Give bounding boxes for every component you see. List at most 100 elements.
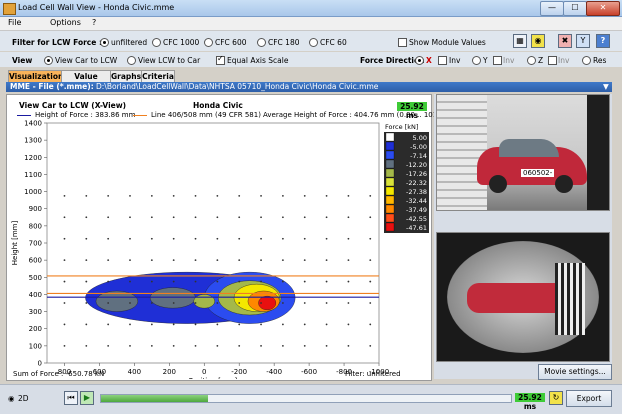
filter-radio-cfc600[interactable] (204, 38, 213, 47)
filter-radio-cfc1000[interactable] (152, 38, 161, 47)
rewind-icon[interactable]: ⏮ (64, 391, 78, 405)
show-module-values-checkbox[interactable] (398, 38, 407, 47)
maximize-button[interactable]: ☐ (563, 1, 587, 16)
filter-radio-unfiltered[interactable] (100, 38, 109, 47)
settings-icon[interactable]: Y (576, 34, 590, 48)
video-top-view[interactable] (436, 232, 610, 362)
colorbar-label: -22.32 (406, 179, 427, 187)
sensor-point (85, 259, 88, 262)
loop-icon[interactable]: ↻ (549, 391, 563, 405)
sensor-point (303, 259, 306, 262)
colorbar-swatch (385, 132, 395, 142)
close-button[interactable]: ✕ (586, 1, 620, 16)
sensor-point (172, 237, 175, 240)
sensor-point (194, 302, 197, 304)
sensor-point (172, 280, 175, 283)
playback-slider[interactable] (100, 394, 512, 403)
sensor-point (281, 302, 284, 304)
export-button[interactable]: Export (566, 390, 612, 407)
mme-file-label: MME - File (*.mme): (10, 82, 94, 91)
colorbar-label: -47.61 (406, 224, 427, 232)
menu-help[interactable]: ? (92, 18, 96, 27)
play-icon[interactable]: ▶ (80, 391, 94, 405)
y-tick-label: 100 (29, 342, 42, 350)
view-radio-car-to-lcw[interactable] (44, 56, 53, 65)
force-z-inv-checkbox[interactable] (548, 56, 557, 65)
sensor-point (369, 344, 372, 347)
colorbar-label: -5.00 (410, 143, 427, 151)
colorbar-swatch (385, 159, 395, 169)
sensor-point (85, 302, 88, 304)
sensor-point (369, 237, 372, 240)
sensor-point (172, 323, 175, 326)
window-title-bar: Load Cell Wall View - Honda Civic.mme — … (0, 0, 622, 17)
force-option-res: Res (593, 56, 607, 65)
sensor-point (260, 280, 262, 283)
filter-radio-cfc180[interactable] (257, 38, 266, 47)
grid-icon[interactable]: ▦ (513, 34, 527, 48)
sensor-point (150, 280, 153, 283)
mode-radio-icon[interactable]: ◉ (8, 394, 15, 403)
minimize-button[interactable]: — (540, 1, 564, 16)
sensor-point (194, 323, 197, 326)
force-x-inv-checkbox[interactable] (438, 56, 447, 65)
sensor-point (325, 259, 328, 262)
sensor-point (260, 323, 262, 326)
video-side-view[interactable]: 060502- (436, 94, 610, 211)
y-tick-label: 1000 (24, 188, 42, 196)
x-tick-label: -600 (301, 368, 317, 376)
force-radio-z[interactable] (527, 56, 536, 65)
force-radio-x[interactable] (415, 56, 424, 65)
sensor-point (260, 302, 262, 304)
line-406-swatch (133, 115, 147, 116)
sensor-point (347, 216, 350, 219)
sensor-point (281, 259, 284, 262)
sensor-point (85, 280, 88, 283)
sensor-point (325, 302, 328, 304)
y-tick-label: 800 (29, 222, 42, 230)
view-radio-lcw-to-car[interactable] (127, 56, 136, 65)
filter-option-cfc600: CFC 600 (215, 38, 247, 47)
filter-radio-cfc60[interactable] (309, 38, 318, 47)
colorbar-swatch (385, 222, 395, 232)
movie-settings-button[interactable]: Movie settings... (538, 364, 612, 380)
y-tick-label: 900 (29, 205, 42, 213)
sensor-point (129, 323, 131, 326)
filter-status: Filter: unfiltered (345, 370, 401, 378)
sensor-point (107, 323, 110, 326)
sensor-point (260, 237, 262, 240)
sensor-point (150, 259, 153, 262)
filter-option-cfc180: CFC 180 (268, 38, 300, 47)
help-icon[interactable]: ? (596, 34, 610, 48)
sensor-point (260, 216, 262, 219)
equal-axis-scale-label: Equal Axis Scale (227, 56, 289, 65)
colorbar-label: 5.00 (413, 134, 427, 142)
sensor-point (172, 194, 175, 197)
sensor-point (172, 344, 175, 347)
sensor-point (107, 302, 110, 304)
sensor-point (107, 216, 110, 219)
menu-file[interactable]: File (8, 18, 21, 27)
sensor-point (107, 344, 110, 347)
force-radio-res[interactable] (582, 56, 591, 65)
sensor-point (129, 216, 131, 219)
y-tick-label: 1400 (24, 120, 42, 128)
video-panel: 060502- Movie settings... (434, 94, 612, 380)
y-tick-label: 300 (29, 308, 42, 316)
layout-icon[interactable]: ✖ (558, 34, 572, 48)
contour-region-8 (193, 294, 215, 309)
sensor-point (63, 194, 66, 197)
menu-options[interactable]: Options (50, 18, 81, 27)
sensor-point (238, 237, 241, 240)
colorbar-swatch (385, 168, 395, 178)
filter-label: Filter for LCW Force : (12, 38, 102, 47)
force-y-inv-checkbox[interactable] (493, 56, 502, 65)
sensor-point (150, 302, 153, 304)
sensor-point (260, 194, 262, 197)
mme-dropdown-icon[interactable]: ▼ (603, 82, 609, 92)
mode-label: 2D (18, 394, 29, 403)
sensor-point (129, 302, 131, 304)
sensor-point (63, 344, 66, 347)
force-radio-y[interactable] (472, 56, 481, 65)
camera-icon[interactable]: ◉ (531, 34, 545, 48)
